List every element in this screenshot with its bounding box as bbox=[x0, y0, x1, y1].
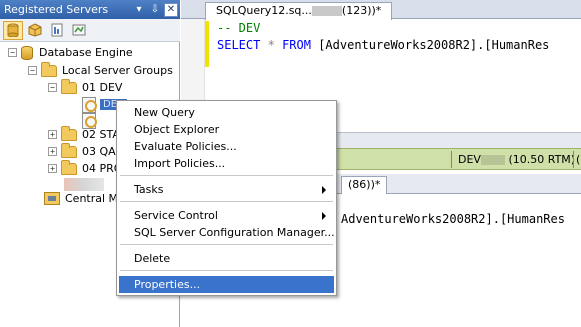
tree-label: 02 STA bbox=[82, 128, 120, 141]
redacted-text bbox=[311, 6, 342, 16]
menu-item-object-explorer[interactable]: Object Explorer bbox=[119, 121, 334, 138]
dock-dropdown-icon[interactable]: ▾ bbox=[132, 3, 146, 17]
folder-icon bbox=[61, 159, 77, 175]
keyword-from: FROM bbox=[282, 38, 311, 52]
tab-title-prefix: SQLQuery12.sq... bbox=[216, 4, 312, 17]
analysis-services-icon[interactable] bbox=[25, 21, 45, 40]
menu-item-configuration-manager[interactable]: SQL Server Configuration Manager... bbox=[119, 224, 335, 241]
menu-separator bbox=[120, 175, 333, 176]
folder-icon bbox=[61, 142, 77, 158]
code-line-lower[interactable]: AdventureWorks2008R2].[HumanRes bbox=[341, 212, 565, 226]
panel-title: Registered Servers bbox=[4, 3, 109, 16]
menu-item-delete[interactable]: Delete bbox=[119, 250, 334, 267]
tree-node-central-management[interactable]: Central Ma bbox=[44, 190, 125, 207]
pin-icon[interactable]: ⇩ bbox=[148, 3, 162, 17]
tree-node-local-server-groups[interactable]: − Local Server Groups bbox=[28, 61, 173, 79]
tab-title-suffix: (123))* bbox=[341, 4, 382, 17]
submenu-arrow-icon bbox=[322, 186, 326, 194]
star-token: * bbox=[267, 38, 275, 52]
tree-label: Database Engine bbox=[39, 46, 133, 59]
redacted-text bbox=[480, 155, 505, 165]
tree-node-02-stage[interactable]: + 02 STA bbox=[48, 125, 120, 143]
menu-item-new-query[interactable]: New Query bbox=[119, 104, 334, 121]
tree-node-01-dev[interactable]: − 01 DEV bbox=[48, 78, 123, 96]
menu-item-service-control[interactable]: Service Control bbox=[119, 207, 334, 224]
reporting-services-icon[interactable] bbox=[47, 21, 67, 40]
database-icon bbox=[21, 45, 33, 60]
change-indicator bbox=[205, 21, 209, 67]
tab-sqlquery12[interactable]: SQLQuery12.sq... (123))* bbox=[205, 2, 393, 20]
menu-separator bbox=[120, 201, 333, 202]
expand-icon[interactable]: + bbox=[48, 147, 57, 156]
expand-icon[interactable]: + bbox=[48, 164, 57, 173]
menu-item-properties[interactable]: Properties... bbox=[119, 276, 334, 293]
tab-query-2[interactable]: (86))* bbox=[341, 176, 388, 194]
menu-item-tasks[interactable]: Tasks bbox=[119, 181, 334, 198]
menu-separator bbox=[120, 244, 333, 245]
close-icon[interactable]: ✕ bbox=[164, 2, 178, 17]
collapse-icon[interactable]: − bbox=[48, 83, 57, 92]
folder-icon bbox=[41, 61, 57, 77]
central-management-icon bbox=[44, 192, 60, 205]
object-name: [AdventureWorks2008R2].[HumanRes bbox=[318, 38, 550, 52]
document-tab-strip: SQLQuery12.sq... (123))* bbox=[181, 0, 581, 20]
tree-label: Local Server Groups bbox=[62, 64, 173, 77]
code-line-comment[interactable]: -- DEV bbox=[217, 21, 260, 35]
menu-label: Tasks bbox=[134, 183, 164, 196]
registered-server-icon bbox=[82, 96, 97, 113]
menu-item-import-policies[interactable]: Import Policies... bbox=[119, 155, 334, 172]
context-menu: New Query Object Explorer Evaluate Polic… bbox=[116, 100, 337, 296]
tree-node-03-qa[interactable]: + 03 QA bbox=[48, 142, 116, 160]
submenu-arrow-icon bbox=[322, 212, 326, 220]
code-line-select[interactable]: SELECT * FROM [AdventureWorks2008R2].[Hu… bbox=[217, 38, 549, 52]
panel-titlebar: Registered Servers ▾ ⇩ ✕ bbox=[0, 0, 180, 19]
keyword-select: SELECT bbox=[217, 38, 261, 52]
menu-label: Service Control bbox=[134, 209, 218, 222]
menu-separator bbox=[120, 270, 333, 271]
status-tail: ( bbox=[576, 153, 581, 166]
status-server-name: DEV bbox=[458, 153, 481, 166]
collapse-icon[interactable]: − bbox=[28, 66, 37, 75]
tree-node-database-engine[interactable]: − Database Engine bbox=[8, 44, 133, 61]
status-server: DEV (10.50 RTM) bbox=[458, 153, 575, 166]
database-engine-icon[interactable] bbox=[3, 20, 23, 40]
collapse-icon[interactable]: − bbox=[8, 48, 17, 57]
integration-services-icon[interactable] bbox=[69, 21, 89, 40]
status-version: (10.50 RTM) bbox=[508, 153, 576, 166]
status-separator bbox=[451, 151, 452, 168]
folder-icon bbox=[61, 125, 77, 141]
menu-item-evaluate-policies[interactable]: Evaluate Policies... bbox=[119, 138, 334, 155]
tree-label: 03 QA bbox=[82, 145, 116, 158]
tree-node-04-prod[interactable]: + 04 PRO bbox=[48, 159, 122, 177]
folder-icon bbox=[61, 78, 77, 94]
tree-label: 01 DEV bbox=[82, 81, 123, 94]
expand-icon[interactable]: + bbox=[48, 130, 57, 139]
panel-toolbar bbox=[0, 19, 180, 42]
status-separator bbox=[573, 151, 574, 168]
